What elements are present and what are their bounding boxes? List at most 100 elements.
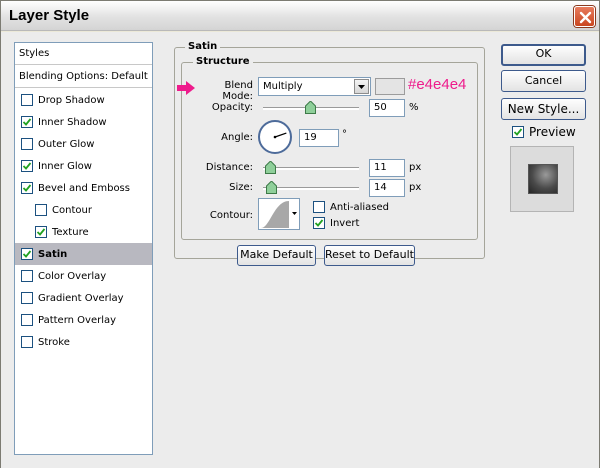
style-item-outer-glow[interactable]: Outer Glow — [15, 133, 152, 155]
preview-label: Preview — [529, 125, 576, 139]
style-checkbox[interactable] — [21, 116, 33, 128]
contour-curve-icon — [261, 201, 289, 228]
style-item-contour[interactable]: Contour — [15, 199, 152, 221]
style-item-satin[interactable]: Satin — [15, 243, 152, 265]
style-item-stroke[interactable]: Stroke — [15, 331, 152, 353]
angle-unit: ° — [342, 129, 347, 140]
style-checkbox[interactable] — [21, 138, 33, 150]
style-item-label: Blending Options: Default — [19, 71, 148, 82]
style-item-label: Inner Glow — [38, 160, 92, 172]
style-checkbox[interactable] — [35, 226, 47, 238]
style-item-inner-shadow[interactable]: Inner Shadow — [15, 111, 152, 133]
close-button[interactable] — [574, 6, 595, 27]
style-item-label: Satin — [38, 248, 68, 260]
dialog-body: Styles Blending Options: Default Drop Shad… — [1, 32, 599, 468]
satin-group-title: Satin — [185, 41, 221, 52]
contour-label: Contour: — [209, 210, 253, 221]
blend-mode-label: Blend Mode: — [222, 80, 253, 102]
anti-aliased-checkbox[interactable] — [313, 201, 325, 213]
style-item-pattern-overlay[interactable]: Pattern Overlay — [15, 309, 152, 331]
opacity-unit: % — [409, 102, 419, 113]
preview-checkbox[interactable] — [512, 126, 524, 138]
size-unit: px — [409, 182, 422, 193]
style-checkbox[interactable] — [21, 270, 33, 282]
size-slider-track[interactable] — [263, 187, 359, 190]
checkmark-icon — [513, 128, 523, 136]
checkmark-icon — [22, 162, 32, 170]
distance-label: Distance: — [205, 162, 253, 173]
window-title: Layer Style — [9, 7, 90, 24]
distance-slider-track[interactable] — [263, 167, 359, 170]
style-item-label: Gradient Overlay — [38, 292, 124, 304]
style-checkbox[interactable] — [21, 314, 33, 326]
style-item-label: Bevel and Emboss — [38, 182, 130, 194]
opacity-input[interactable]: 50 — [369, 99, 405, 117]
style-item-texture[interactable]: Texture — [15, 221, 152, 243]
blend-mode-value: Multiply — [263, 81, 303, 92]
angle-needle-icon — [273, 132, 287, 139]
styles-list: Styles Blending Options: Default Drop Shad… — [14, 42, 153, 455]
opacity-slider-thumb[interactable] — [305, 101, 316, 114]
style-item-label: Inner Shadow — [38, 116, 107, 128]
angle-input[interactable]: 19 — [299, 129, 339, 147]
style-item-label: Drop Shadow — [38, 94, 105, 106]
style-item-label: Stroke — [38, 336, 70, 348]
style-item-label: Contour — [52, 204, 92, 216]
anti-aliased-label: Anti-aliased — [330, 201, 390, 213]
style-item-blending-options-default[interactable]: Blending Options: Default — [15, 66, 152, 88]
title-bar[interactable]: Layer Style — [1, 1, 599, 31]
style-checkbox[interactable] — [21, 160, 33, 172]
style-checkbox[interactable] — [21, 94, 33, 106]
preview-option[interactable]: Preview — [512, 125, 576, 139]
angle-dial[interactable] — [258, 120, 292, 154]
style-item-label: Outer Glow — [38, 138, 95, 150]
distance-unit: px — [409, 162, 422, 173]
preview-thumbnail — [510, 146, 574, 212]
checkmark-icon — [22, 118, 32, 126]
invert-checkbox[interactable] — [313, 217, 325, 229]
style-item-styles[interactable]: Styles — [15, 43, 152, 65]
style-item-color-overlay[interactable]: Color Overlay — [15, 265, 152, 287]
anti-aliased-option[interactable]: Anti-aliased — [313, 201, 389, 213]
style-checkbox[interactable] — [21, 336, 33, 348]
checkmark-icon — [22, 184, 32, 192]
reset-default-button[interactable]: Reset to Default — [324, 245, 415, 266]
contour-picker[interactable] — [258, 198, 300, 230]
style-item-inner-glow[interactable]: Inner Glow — [15, 155, 152, 177]
color-annotation: #e4e4e4 — [408, 76, 467, 93]
new-style-button[interactable]: New Style... — [501, 98, 586, 120]
invert-option[interactable]: Invert — [313, 217, 359, 229]
checkmark-icon — [314, 219, 324, 227]
distance-input[interactable]: 11 — [369, 159, 405, 177]
opacity-label: Opacity: — [211, 102, 253, 113]
satin-color-swatch[interactable] — [375, 78, 405, 95]
style-item-bevel-and-emboss[interactable]: Bevel and Emboss — [15, 177, 152, 199]
size-label: Size: — [229, 182, 253, 193]
chevron-down-icon — [292, 212, 297, 215]
preview-swatch-image — [528, 164, 558, 194]
blend-mode-select[interactable]: Multiply — [258, 77, 371, 96]
layer-style-dialog: Layer Style Styles Blending Options: Defa… — [0, 0, 600, 468]
angle-label: Angle: — [221, 132, 253, 143]
style-item-label: Texture — [52, 226, 89, 238]
style-item-label: Styles — [19, 48, 50, 59]
style-item-label: Color Overlay — [38, 270, 107, 282]
style-checkbox[interactable] — [35, 204, 47, 216]
style-checkbox[interactable] — [21, 292, 33, 304]
make-default-button[interactable]: Make Default — [237, 245, 316, 266]
structure-group-title: Structure — [193, 56, 253, 67]
style-item-drop-shadow[interactable]: Drop Shadow — [15, 89, 152, 111]
close-icon — [579, 11, 592, 24]
chevron-down-icon — [354, 79, 369, 94]
distance-slider-thumb[interactable] — [265, 161, 276, 174]
style-checkbox[interactable] — [21, 182, 33, 194]
size-input[interactable]: 14 — [369, 179, 405, 197]
ok-button[interactable]: OK — [501, 44, 586, 66]
checkmark-icon — [36, 228, 46, 236]
style-checkbox[interactable] — [21, 248, 33, 260]
checkmark-icon — [22, 250, 32, 258]
size-slider-thumb[interactable] — [266, 181, 277, 194]
style-item-gradient-overlay[interactable]: Gradient Overlay — [15, 287, 152, 309]
cancel-button[interactable]: Cancel — [501, 70, 586, 92]
invert-label: Invert — [330, 217, 360, 229]
